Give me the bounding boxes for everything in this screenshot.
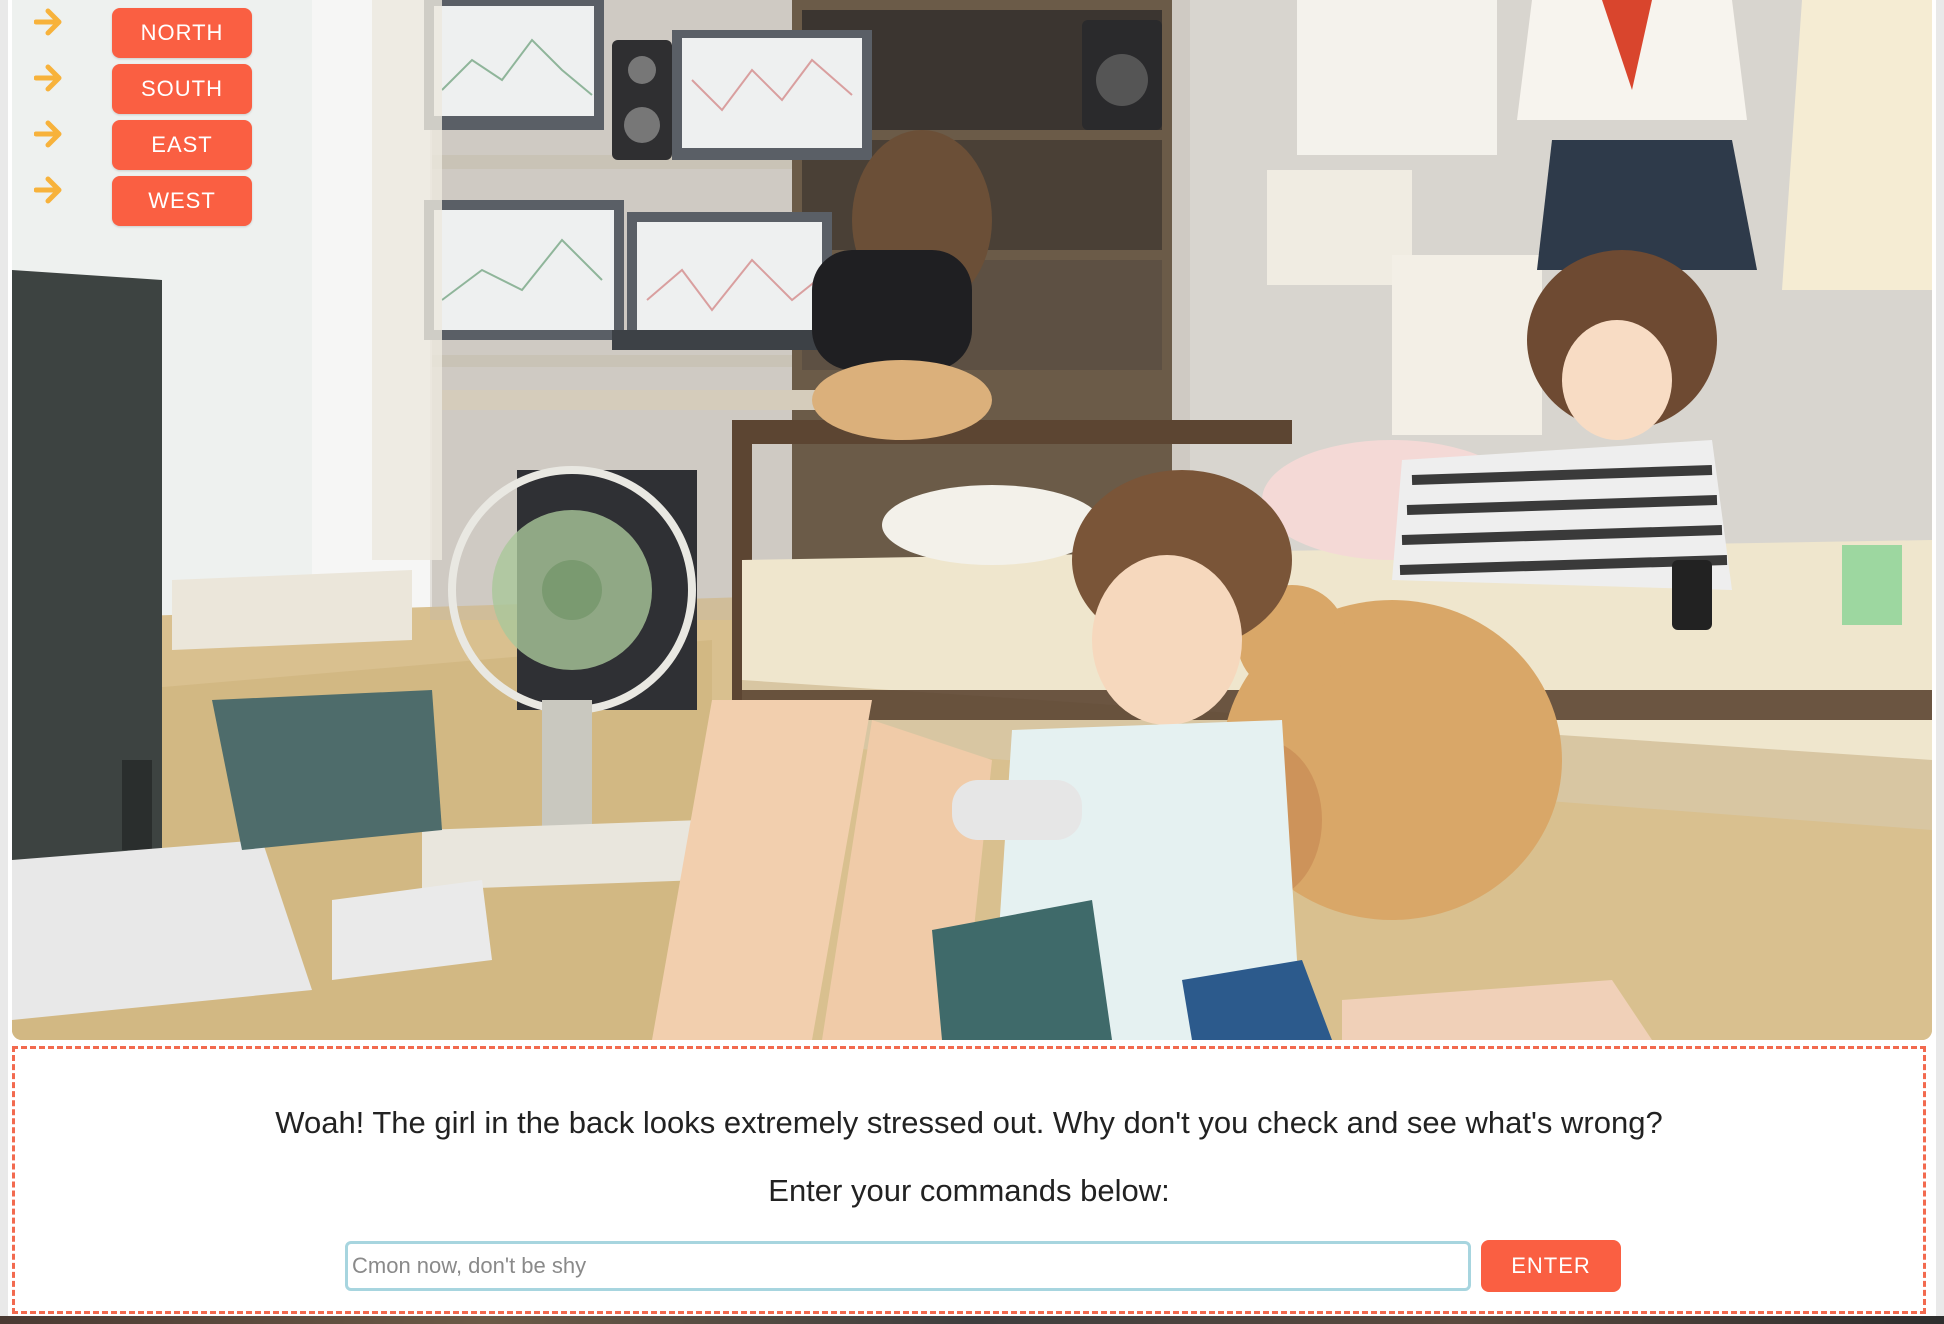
right-arrow-icon (34, 64, 80, 109)
command-input[interactable] (345, 1241, 1471, 1291)
east-button[interactable]: EAST (112, 120, 252, 170)
game-frame: NORTH SOUTH EAST WEST Woah! The girl in … (8, 0, 1936, 1324)
bottom-edge-strip (0, 1316, 1944, 1324)
right-arrow-icon (34, 176, 80, 221)
dialog-panel: Woah! The girl in the back looks extreme… (12, 1046, 1926, 1314)
bedroom-scene-art (12, 0, 1932, 1040)
north-button[interactable]: NORTH (112, 8, 252, 58)
nav-row-south: SOUTH (34, 64, 252, 114)
nav-row-east: EAST (34, 120, 252, 170)
right-arrow-icon (34, 120, 80, 165)
scene-illustration: NORTH SOUTH EAST WEST (12, 0, 1932, 1040)
story-text: Woah! The girl in the back looks extreme… (275, 1105, 1663, 1140)
west-button[interactable]: WEST (112, 176, 252, 226)
command-prompt-label: Enter your commands below: (768, 1173, 1170, 1208)
enter-button[interactable]: ENTER (1481, 1240, 1621, 1292)
south-button[interactable]: SOUTH (112, 64, 252, 114)
right-arrow-icon (34, 8, 80, 53)
nav-row-west: WEST (34, 176, 252, 226)
nav-row-north: NORTH (34, 8, 252, 58)
